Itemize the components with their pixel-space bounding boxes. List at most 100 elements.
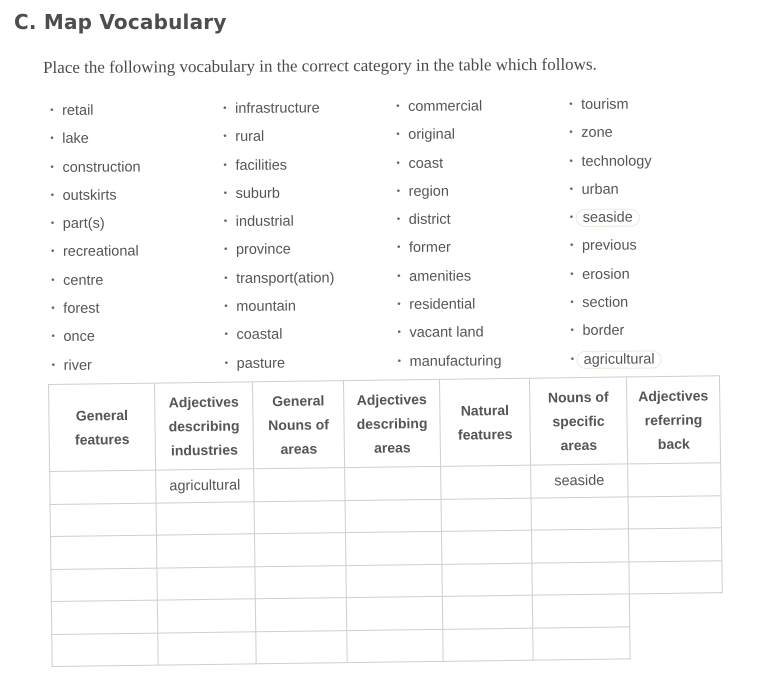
column-header-line: General xyxy=(272,392,325,410)
table-cell[interactable] xyxy=(254,565,347,599)
bullet-icon: • xyxy=(396,242,401,254)
vocab-word: section xyxy=(582,294,629,312)
table-cell[interactable] xyxy=(253,467,346,502)
column-header: Adjectives referring back xyxy=(626,375,721,464)
table-cell[interactable] xyxy=(441,530,532,564)
column-header: General features xyxy=(48,383,156,472)
vocab-item: • retail xyxy=(50,99,140,128)
category-table: General features Adjectives describing indus… xyxy=(48,375,724,667)
table-cell[interactable] xyxy=(50,502,157,537)
table-cell[interactable] xyxy=(532,626,631,661)
table-cell[interactable] xyxy=(51,600,158,634)
table-cell[interactable] xyxy=(157,631,257,666)
table-cell[interactable] xyxy=(50,535,157,569)
vocab-word: once xyxy=(63,329,95,346)
vocab-word: amenities xyxy=(409,268,472,285)
column-header-line: areas xyxy=(280,440,318,457)
table-cell[interactable] xyxy=(51,632,159,667)
vocab-word: urban xyxy=(581,181,619,198)
bullet-icon: • xyxy=(50,218,55,230)
column-header-line: Natural xyxy=(460,401,510,419)
vocab-word: seaside xyxy=(575,208,640,228)
table-cell[interactable] xyxy=(156,533,255,568)
vocab-word: commercial xyxy=(408,98,483,115)
vocab-word: forest xyxy=(63,300,100,318)
vocab-item: • urban xyxy=(570,178,661,207)
bullet-icon: • xyxy=(569,183,574,195)
table-cell[interactable] xyxy=(255,630,348,664)
vocab-word: border xyxy=(582,323,625,340)
table-cell[interactable] xyxy=(255,597,347,632)
column-header-line: describing xyxy=(356,415,428,432)
table-cell[interactable] xyxy=(49,470,157,504)
bullet-icon: • xyxy=(396,100,400,112)
vocab-item: • section xyxy=(570,292,661,321)
table-cell[interactable] xyxy=(346,596,443,631)
column-header-line: areas xyxy=(373,439,411,456)
bullet-icon: • xyxy=(569,127,573,139)
table-cell[interactable]: agricultural xyxy=(155,468,255,503)
vocab-word: residential xyxy=(409,296,476,314)
table-cell[interactable] xyxy=(531,561,630,596)
bullet-icon: • xyxy=(569,98,573,110)
vocab-item: • outskirts xyxy=(51,184,141,213)
table-cell[interactable] xyxy=(345,531,442,566)
bullet-icon: • xyxy=(51,303,55,315)
column-header-line: industries xyxy=(170,441,238,459)
bullet-icon: • xyxy=(396,157,400,169)
table-cell[interactable] xyxy=(442,627,534,662)
vocab-word: tourism xyxy=(581,96,629,113)
vocab-item: • rural xyxy=(223,126,333,155)
vocab-word: previous xyxy=(581,238,637,255)
table-cell[interactable] xyxy=(531,496,629,531)
vocab-item: • agricultural xyxy=(571,348,662,377)
table-cell[interactable] xyxy=(346,628,444,663)
vocab-item: • manufacturing xyxy=(398,350,502,379)
table-cell[interactable] xyxy=(345,498,442,533)
table-cell[interactable] xyxy=(628,560,723,594)
bullet-icon: • xyxy=(397,299,401,311)
bullet-icon: • xyxy=(223,187,228,199)
table-cell[interactable] xyxy=(440,465,532,499)
vocab-word: construction xyxy=(62,159,141,176)
table-cell[interactable] xyxy=(627,462,722,497)
bullet-icon: • xyxy=(223,131,227,143)
vocab-item: • once xyxy=(51,326,141,355)
table-cell[interactable] xyxy=(628,495,722,529)
bullet-icon: • xyxy=(396,129,400,141)
vocab-column-3: • commercial • original • coast • region • distri… xyxy=(396,95,502,379)
vocab-item: • pasture xyxy=(225,352,335,381)
vocab-word: suburb xyxy=(235,185,280,202)
vocab-word: industrial xyxy=(235,213,294,231)
vocab-item: • technology xyxy=(569,150,660,179)
column-header-line: describing xyxy=(168,417,240,435)
table-cell[interactable]: seaside xyxy=(530,463,629,498)
table-cell[interactable] xyxy=(156,501,255,536)
table-cell[interactable] xyxy=(628,527,722,562)
vocab-item: • original xyxy=(396,124,500,153)
empty-space xyxy=(629,593,722,627)
table-cell[interactable] xyxy=(442,595,533,629)
table-cell[interactable] xyxy=(441,497,532,532)
vocab-item: • forest xyxy=(51,298,141,327)
table-cell[interactable] xyxy=(344,466,442,501)
column-header-line: features xyxy=(457,425,513,443)
table-cell[interactable] xyxy=(532,593,630,628)
table-cell[interactable] xyxy=(50,567,158,602)
table-cell[interactable] xyxy=(441,562,533,597)
vocab-word: infrastructure xyxy=(235,100,320,117)
table-cell[interactable] xyxy=(345,563,443,598)
table-cell[interactable] xyxy=(254,500,346,534)
bullet-icon: • xyxy=(50,161,54,173)
column-header: Adjectives describing industries xyxy=(154,381,254,471)
vocab-column-4: • tourism • zone • technology • urban • seaside • p… xyxy=(569,93,662,377)
bullet-icon: • xyxy=(569,155,573,167)
table-cell[interactable] xyxy=(156,566,256,601)
table-cell[interactable] xyxy=(157,598,256,633)
vocab-column-1: • retail • lake • construction • outskirts • part… xyxy=(50,99,142,383)
table-cell[interactable] xyxy=(531,528,629,563)
table-cell[interactable] xyxy=(254,532,346,567)
category-table-wrapper: General features Adjectives describing indus… xyxy=(48,375,724,667)
column-header-line: Adjectives xyxy=(356,391,427,408)
bullet-icon: • xyxy=(224,357,229,369)
